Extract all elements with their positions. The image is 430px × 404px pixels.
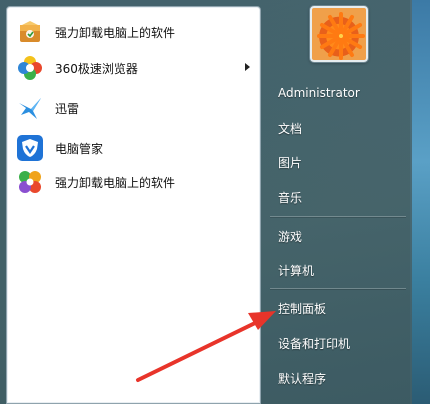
desktop-background	[410, 0, 430, 404]
uninstaller-box-icon	[15, 17, 45, 47]
separator	[270, 288, 406, 289]
program-item-360-browser[interactable]: 360极速浏览器	[11, 51, 258, 85]
right-item-control-panel[interactable]: 控制面板	[270, 293, 406, 323]
360-browser-icon	[15, 53, 45, 83]
program-item-pc-manager[interactable]: 电脑管家	[11, 131, 258, 165]
right-item-user[interactable]: Administrator	[270, 78, 406, 108]
program-label: 强力卸载电脑上的软件	[55, 175, 176, 190]
program-item-xunlei[interactable]: 迅雷	[11, 91, 258, 125]
separator	[270, 216, 406, 217]
pc-manager-shield-icon	[15, 133, 45, 163]
right-item-games[interactable]: 游戏	[270, 221, 406, 251]
programs-pane: 强力卸载电脑上的软件 360极速浏览器 迅雷 电脑管家 强力卸载电脑上的软件	[6, 6, 261, 404]
right-item-devices-printers[interactable]: 设备和打印机	[270, 328, 406, 358]
right-item-default-programs[interactable]: 默认程序	[270, 363, 406, 393]
start-menu: 强力卸载电脑上的软件 360极速浏览器 迅雷 电脑管家 强力卸载电脑上的软件 A…	[0, 0, 412, 404]
right-item-documents[interactable]: 文档	[270, 113, 406, 143]
program-label: 迅雷	[55, 101, 80, 116]
program-label: 360极速浏览器	[55, 61, 138, 76]
xunlei-bird-icon	[15, 93, 45, 123]
right-item-computer[interactable]: 计算机	[270, 255, 406, 285]
uninstaller-flower-icon	[15, 167, 45, 197]
program-item-uninstaller-2[interactable]: 强力卸载电脑上的软件	[11, 165, 258, 199]
submenu-arrow-icon[interactable]	[245, 63, 250, 71]
user-avatar[interactable]	[310, 6, 368, 62]
program-label: 强力卸载电脑上的软件	[55, 25, 176, 40]
program-item-uninstaller[interactable]: 强力卸载电脑上的软件	[11, 15, 258, 49]
right-item-pictures[interactable]: 图片	[270, 147, 406, 177]
program-label: 电脑管家	[55, 141, 104, 156]
right-item-music[interactable]: 音乐	[270, 182, 406, 212]
